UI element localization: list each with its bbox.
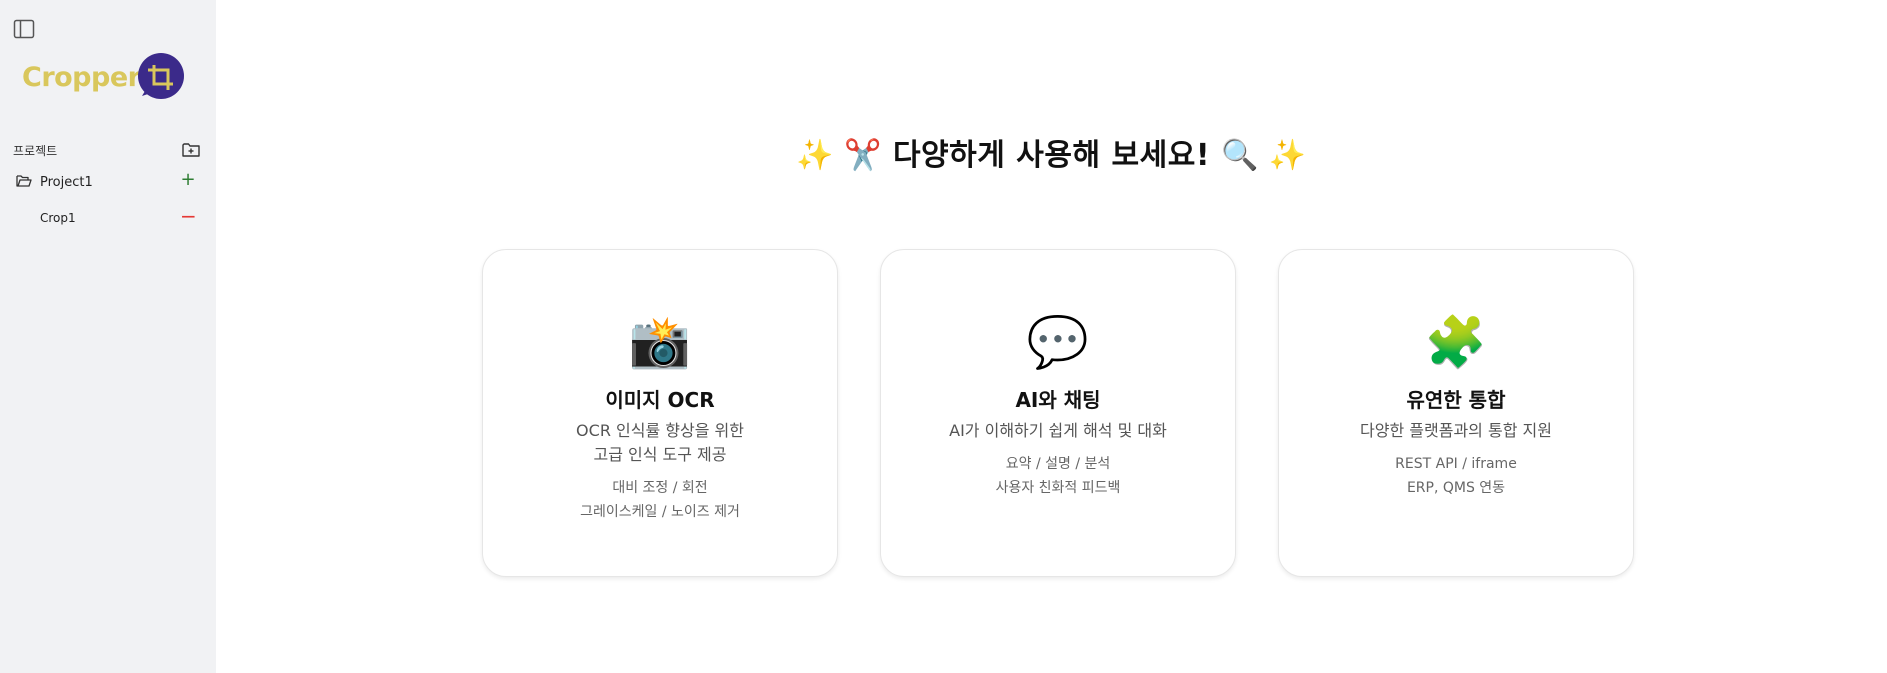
card-title: 이미지 OCR [605, 388, 715, 412]
puzzle-piece-icon: 🧩 [1424, 313, 1488, 371]
sidebar-toggle-icon[interactable] [13, 19, 35, 39]
projects-header: 프로젝트 [13, 140, 201, 160]
main-content: ✨ ✂️ 다양하게 사용해 보세요! 🔍 ✨ 📸 이미지 OCR OCR 인식률… [216, 0, 1887, 673]
crop-name: Crop1 [40, 211, 76, 225]
card-description-line: OCR 인식률 향상을 위한 [576, 421, 744, 440]
remove-crop-button[interactable]: − [180, 206, 197, 226]
project-item[interactable]: Project1 + [16, 171, 196, 192]
card-title: 유연한 통합 [1406, 388, 1506, 412]
feature-card-integration[interactable]: 🧩 유연한 통합 다양한 플랫폼과의 통합 지원 REST API / ifra… [1278, 249, 1634, 577]
card-description-line: AI가 이해하기 쉽게 해석 및 대화 [949, 421, 1167, 440]
camera-icon: 📸 [628, 313, 692, 371]
crop-item[interactable]: Crop1 − [40, 206, 197, 229]
card-description: OCR 인식률 향상을 위한 고급 인식 도구 제공 [483, 419, 837, 467]
feature-card-ai-chat[interactable]: 💬 AI와 채팅 AI가 이해하기 쉽게 해석 및 대화 요약 / 설명 / 분… [880, 249, 1236, 577]
hero-title: 다양하게 사용해 보세요! [892, 138, 1211, 173]
card-features: 대비 조정 / 회전 그레이스케일 / 노이즈 제거 [483, 476, 837, 524]
card-features: 요약 / 설명 / 분석 사용자 친화적 피드백 [881, 452, 1235, 500]
feature-cards: 📸 이미지 OCR OCR 인식률 향상을 위한 고급 인식 도구 제공 대비 … [482, 249, 1636, 579]
folder-open-icon [16, 175, 32, 187]
card-feature: 그레이스케일 / 노이즈 제거 [580, 504, 740, 520]
add-crop-button[interactable]: + [180, 171, 196, 189]
hero-heading: ✨ ✂️ 다양하게 사용해 보세요! 🔍 ✨ [216, 130, 1887, 174]
magnifier-sparkles-icon: 🔍 ✨ [1220, 138, 1307, 173]
crop-logo-icon [138, 53, 184, 99]
projects-label: 프로젝트 [13, 144, 58, 158]
card-description: AI가 이해하기 쉽게 해석 및 대화 [881, 419, 1235, 443]
sparkles-scissors-icon: ✨ ✂️ [796, 138, 882, 173]
project-name: Project1 [40, 175, 93, 190]
card-description: 다양한 플랫폼과의 통합 지원 [1279, 419, 1633, 443]
card-feature: REST API / iframe [1395, 456, 1517, 472]
card-feature: 사용자 친화적 피드백 [995, 480, 1121, 496]
sidebar: Cropper 프로젝트 Project1 + Crop1 − [0, 0, 216, 673]
logo-text: Cropper [22, 62, 141, 93]
card-description-line: 고급 인식 도구 제공 [593, 445, 727, 464]
card-feature: ERP, QMS 연동 [1406, 480, 1506, 496]
card-feature: 대비 조정 / 회전 [612, 480, 708, 496]
card-features: REST API / iframe ERP, QMS 연동 [1279, 452, 1633, 500]
add-folder-icon[interactable] [181, 140, 201, 160]
card-description-line: 다양한 플랫폼과의 통합 지원 [1360, 421, 1552, 440]
card-title: AI와 채팅 [1015, 388, 1101, 412]
card-feature: 요약 / 설명 / 분석 [1005, 456, 1111, 472]
app-logo: Cropper [22, 52, 186, 104]
speech-bubble-icon: 💬 [1026, 313, 1090, 371]
feature-card-ocr[interactable]: 📸 이미지 OCR OCR 인식률 향상을 위한 고급 인식 도구 제공 대비 … [482, 249, 838, 577]
